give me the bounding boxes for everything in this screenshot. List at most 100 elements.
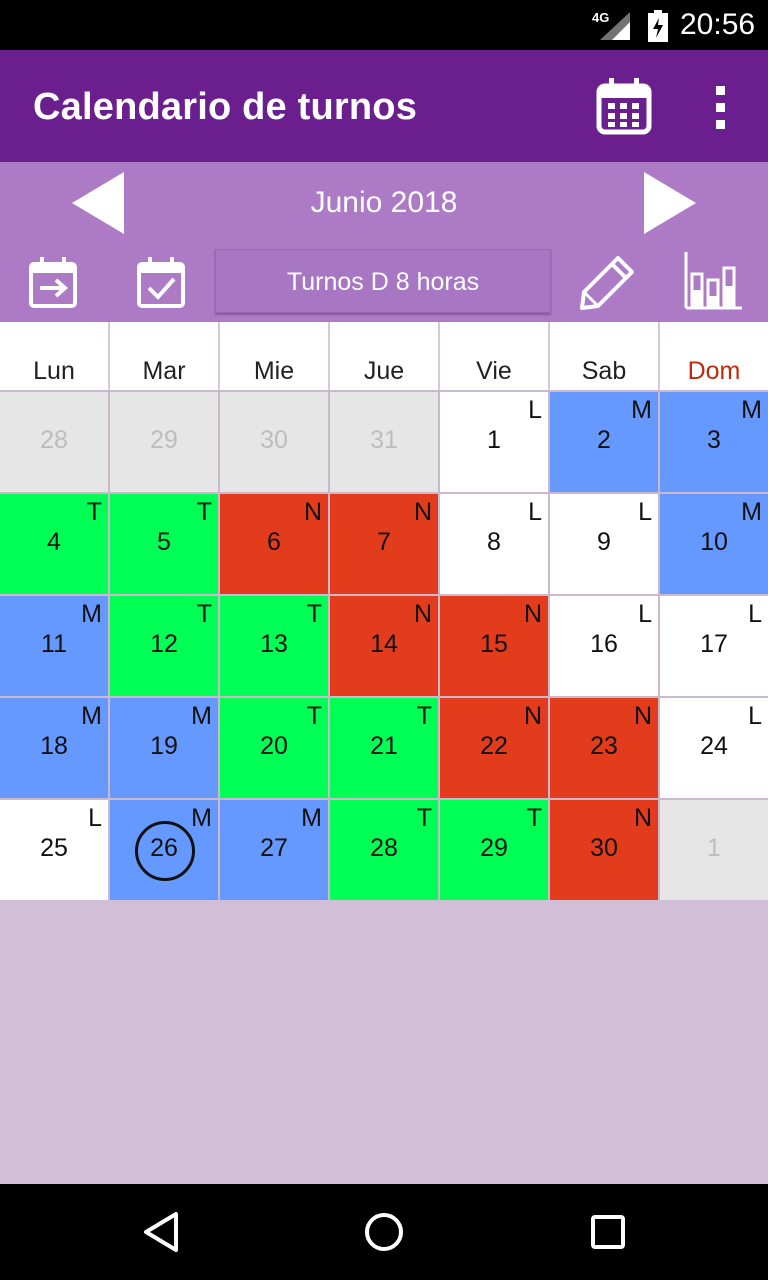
day-number: 29 [150, 426, 178, 454]
weekday-label: Dom [687, 357, 741, 385]
weekday-label: Lun [0, 322, 110, 390]
calendar-day[interactable]: 8L [440, 494, 548, 594]
shift-code: M [741, 396, 762, 424]
shift-code: M [191, 702, 212, 730]
calendar-day[interactable]: 1 [660, 800, 768, 900]
day-number: 8 [487, 528, 501, 556]
shift-code: N [413, 498, 432, 526]
shift-code: N [523, 600, 542, 628]
shift-code: T [526, 804, 542, 832]
shift-code: L [88, 804, 102, 832]
calendar-day[interactable]: 2M [550, 392, 658, 492]
day-number: 5 [157, 528, 171, 556]
calendar-day[interactable]: 30 N [550, 800, 658, 900]
calendar-day[interactable]: 9L [550, 494, 658, 594]
calendar-day[interactable]: 13 T [220, 596, 328, 696]
shift-code: M [81, 600, 102, 628]
day-number: 16 [590, 630, 618, 658]
signal-icon [600, 12, 630, 40]
bar-chart-icon[interactable] [684, 250, 744, 310]
status-bar: 4G 20:56 [0, 0, 768, 50]
weekday-label: Jue [330, 322, 440, 390]
calendar-export-icon[interactable] [28, 254, 80, 310]
more-vert-icon[interactable] [706, 84, 736, 132]
shift-code: L [748, 702, 762, 730]
calendar-day[interactable]: 28 T [330, 800, 438, 900]
calendar-day[interactable]: 16 L [550, 596, 658, 696]
calendar-day[interactable]: 23 N [550, 698, 658, 798]
day-number: 13 [260, 630, 288, 658]
calendar-day[interactable]: 5T [110, 494, 218, 594]
weekday-label: Sab [550, 322, 660, 390]
day-number: 26 [150, 834, 178, 862]
calendar-day-today[interactable]: 26 M [110, 800, 218, 900]
calendar-day[interactable]: 24 L [660, 698, 768, 798]
calendar-day[interactable]: 4T [0, 494, 108, 594]
calendar-day[interactable]: 30 [220, 392, 328, 492]
calendar-day[interactable]: 29 T [440, 800, 548, 900]
shift-code: L [748, 600, 762, 628]
triangle-left-icon[interactable] [70, 172, 126, 234]
calendar-day[interactable]: 31 [330, 392, 438, 492]
shift-code: N [303, 498, 322, 526]
day-number: 22 [480, 732, 508, 760]
calendar-day[interactable]: 12 T [110, 596, 218, 696]
calendar-day[interactable]: 29 [110, 392, 218, 492]
calendar-day[interactable]: 7N [330, 494, 438, 594]
shift-code: M [191, 804, 212, 832]
calendar-day[interactable]: 25 L [0, 800, 108, 900]
calendar-day[interactable]: 15 N [440, 596, 548, 696]
calendar-day[interactable]: 1L [440, 392, 548, 492]
day-number: 12 [150, 630, 178, 658]
calendar-check-icon[interactable] [136, 254, 188, 310]
day-number: 3 [707, 426, 721, 454]
month-label: Junio 2018 [310, 186, 458, 219]
battery-icon [648, 10, 668, 42]
weekday-label: Vie [440, 322, 550, 390]
shift-code: N [523, 702, 542, 730]
shift-pattern-selector[interactable]: Turnos D 8 horas [215, 249, 551, 313]
calendar-day[interactable]: 3M [660, 392, 768, 492]
calendar-day[interactable]: 18 M [0, 698, 108, 798]
recents-icon[interactable] [584, 1208, 632, 1256]
shift-code: N [633, 702, 652, 730]
day-number: 29 [480, 834, 508, 862]
shift-code: M [741, 498, 762, 526]
pencil-icon[interactable] [578, 254, 636, 310]
shift-code: M [81, 702, 102, 730]
calendar-day[interactable]: 17 L [660, 596, 768, 696]
month-navigation: Junio 2018 Turnos D 8 horas [0, 162, 768, 322]
calendar-day[interactable]: 19 M [110, 698, 218, 798]
shift-code: L [528, 396, 542, 424]
shift-code: N [413, 600, 432, 628]
calendar-day[interactable]: 27 M [220, 800, 328, 900]
shift-code: T [416, 702, 432, 730]
calendar-day[interactable]: 10 M [660, 494, 768, 594]
triangle-right-icon[interactable] [642, 172, 698, 234]
calendar-icon[interactable] [596, 76, 652, 136]
day-number: 17 [700, 630, 728, 658]
calendar-day[interactable]: 21 T [330, 698, 438, 798]
day-number: 7 [377, 528, 391, 556]
calendar-day[interactable]: 20 T [220, 698, 328, 798]
day-number: 19 [150, 732, 178, 760]
day-number: 31 [370, 426, 398, 454]
day-number: 20 [260, 732, 288, 760]
day-number: 14 [370, 630, 398, 658]
day-number: 21 [370, 732, 398, 760]
calendar-day[interactable]: 11 M [0, 596, 108, 696]
calendar-day[interactable]: 28 [0, 392, 108, 492]
shift-code: T [416, 804, 432, 832]
day-number: 25 [40, 834, 68, 862]
calendar-day[interactable]: 14 N [330, 596, 438, 696]
day-number: 10 [700, 528, 728, 556]
shift-code: L [638, 600, 652, 628]
clock: 20:56 [680, 8, 756, 41]
home-icon[interactable] [360, 1208, 408, 1256]
shift-code: M [301, 804, 322, 832]
back-icon[interactable] [138, 1208, 186, 1256]
calendar-day[interactable]: 22 N [440, 698, 548, 798]
shift-code: N [633, 804, 652, 832]
calendar-day[interactable]: 6N [220, 494, 328, 594]
shift-code: M [631, 396, 652, 424]
